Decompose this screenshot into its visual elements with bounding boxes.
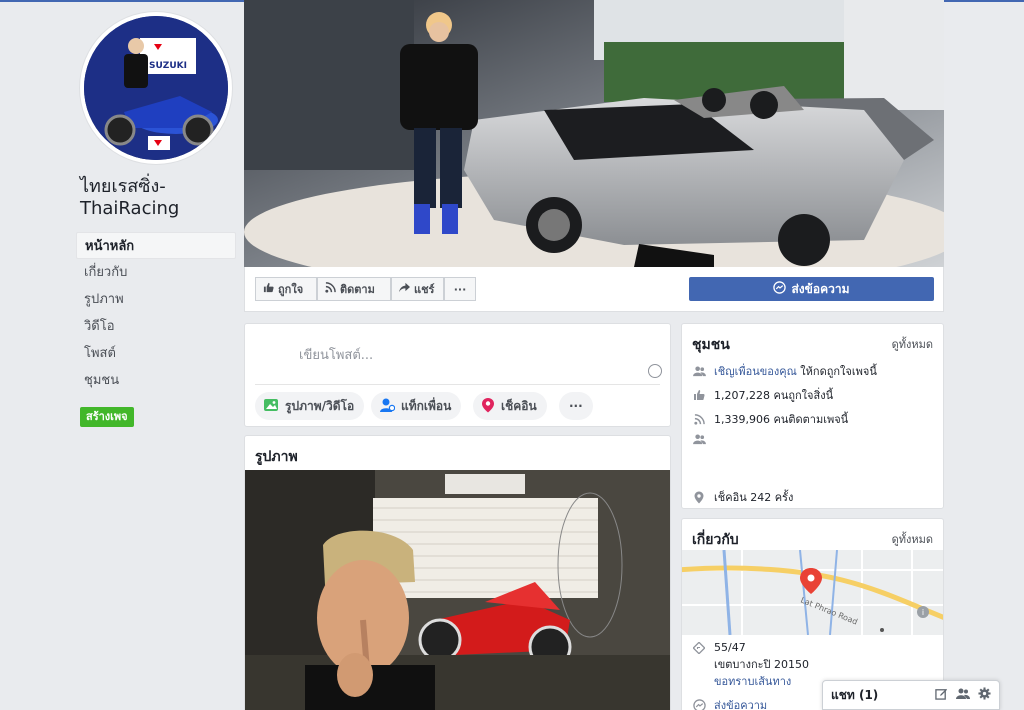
sidebar-nav: หน้าหลัก เกี่ยวกับ รูปภาพ วิดีโอ โพสต์ ช…	[76, 232, 236, 394]
photo-thumbnail[interactable]	[245, 470, 670, 710]
checkins-count: เช็คอิน 242 ครั้ง	[714, 491, 794, 504]
people-icon	[692, 434, 706, 445]
profile-picture[interactable]: SUZUKI	[80, 12, 232, 164]
follows-count: 1,339,906 คนติดตามเพจนี้	[714, 413, 849, 426]
sidebar-item-community[interactable]: ชุมชน	[76, 367, 236, 394]
gear-icon[interactable]	[978, 687, 991, 703]
photo-image	[245, 470, 670, 710]
composer-more-label: ···	[569, 399, 583, 413]
thumbs-up-icon	[692, 389, 706, 401]
new-group-icon[interactable]	[956, 688, 970, 703]
people-icon	[692, 365, 706, 377]
messenger-icon	[773, 281, 787, 297]
location-pin-icon	[692, 491, 706, 504]
community-see-all-link[interactable]: ดูทั้งหมด	[892, 335, 933, 353]
more-options-button[interactable]: ···	[444, 277, 476, 301]
rss-icon	[692, 413, 706, 425]
about-see-all-link[interactable]: ดูทั้งหมด	[892, 530, 933, 548]
send-message-button[interactable]: ส่งข้อความ	[689, 277, 934, 301]
more-label: ···	[453, 282, 467, 296]
cover-photo[interactable]	[244, 0, 944, 267]
share-arrow-icon	[399, 282, 410, 296]
sidebar-item-photos[interactable]: รูปภาพ	[76, 286, 236, 313]
check-in-button[interactable]: เช็คอิน	[473, 392, 547, 420]
composer-input[interactable]: เขียนโพสต์...	[299, 344, 373, 365]
likes-row: 1,207,228 คนถูกใจสิ่งนี้	[692, 386, 833, 404]
rss-icon	[325, 282, 336, 296]
invite-friends-row: เชิญเพื่อนของคุณ ให้กดถูกใจเพจนี้	[692, 362, 877, 380]
invite-friends-link[interactable]: เชิญเพื่อนของคุณ	[714, 365, 797, 378]
follow-label: ติดตาม	[340, 283, 375, 296]
check-in-label: เช็คอิน	[501, 398, 537, 413]
location-pin-icon	[481, 397, 495, 416]
get-directions-link[interactable]: ขอทราบเส้นทาง	[714, 675, 809, 689]
send-message-label: ส่งข้อความ	[791, 281, 850, 296]
tag-friends-button[interactable]: แท็กเพื่อน	[371, 392, 462, 420]
svg-text:i: i	[922, 608, 924, 617]
avatar: SUZUKI	[84, 16, 228, 160]
avatar-brand: SUZUKI	[149, 61, 187, 71]
create-page-button[interactable]: สร้างเพจ	[80, 407, 134, 427]
diamond-directions-icon	[692, 641, 706, 654]
follows-row: 1,339,906 คนติดตามเพจนี้	[692, 410, 848, 428]
address-line-1: 55/47	[714, 641, 746, 654]
cover-image	[244, 0, 944, 267]
sidebar-item-videos[interactable]: วิดีโอ	[76, 313, 236, 340]
chat-actions	[935, 687, 991, 703]
like-label: ถูกใจ	[278, 283, 304, 296]
page-action-bar: ถูกใจ ติดตาม แชร์ ··· ส่งข้อความ	[244, 267, 944, 312]
thumbs-up-icon	[263, 282, 274, 296]
location-map[interactable]: Lat Phrao Road i	[682, 550, 943, 635]
divider	[255, 384, 660, 385]
community-card: ชุมชน ดูทั้งหมด เชิญเพื่อนของคุณ ให้กดถู…	[681, 323, 944, 509]
about-title[interactable]: เกี่ยวกับ	[692, 529, 739, 551]
about-send-message-link[interactable]: ส่งข้อความ	[714, 696, 767, 710]
avatar-image: SUZUKI	[84, 16, 228, 160]
address-line-2: เขตบางกะปิ 20150	[714, 658, 809, 671]
post-composer: เขียนโพสต์... รูปภาพ/วิดีโอ แท็กเพื่อน เ…	[244, 323, 671, 427]
chat-label: แชท (1)	[831, 687, 879, 702]
map-image: Lat Phrao Road i	[682, 550, 943, 635]
sidebar-item-about[interactable]: เกี่ยวกับ	[76, 259, 236, 286]
sidebar-item-posts[interactable]: โพสต์	[76, 340, 236, 367]
photos-title[interactable]: รูปภาพ	[255, 446, 298, 468]
tag-friends-label: แท็กเพื่อน	[401, 398, 452, 413]
likes-count: 1,207,228 คนถูกใจสิ่งนี้	[714, 389, 834, 402]
follow-button[interactable]: ติดตาม	[317, 277, 391, 301]
like-button[interactable]: ถูกใจ	[255, 277, 317, 301]
composer-more-button[interactable]: ···	[559, 392, 593, 420]
share-label: แชร์	[414, 283, 435, 296]
checkins-row: เช็คอิน 242 ครั้ง	[692, 488, 793, 506]
invite-friends-text: ให้กดถูกใจเพจนี้	[800, 365, 877, 378]
photos-card: รูปภาพ	[244, 435, 671, 710]
page-title[interactable]: ไทยเรสซิ่ง-ThaiRacing	[80, 176, 240, 220]
chat-bar[interactable]: แชท (1)	[822, 680, 1000, 710]
messenger-icon	[692, 698, 706, 710]
tag-person-icon	[379, 397, 396, 416]
friends-row	[692, 434, 706, 445]
address-row: 55/47 เขตบางกะปิ 20150 ขอทราบเส้นทาง	[692, 641, 809, 689]
photo-video-button[interactable]: รูปภาพ/วิดีโอ	[255, 392, 365, 420]
photo-video-label: รูปภาพ/วิดีโอ	[285, 398, 355, 413]
share-button[interactable]: แชร์	[391, 277, 444, 301]
community-title[interactable]: ชุมชน	[692, 334, 730, 356]
sidebar-item-home[interactable]: หน้าหลัก	[76, 232, 236, 259]
photo-icon	[263, 397, 279, 416]
compose-icon[interactable]	[935, 687, 948, 703]
send-message-row: ส่งข้อความ	[692, 696, 767, 710]
emoji-icon[interactable]	[648, 364, 662, 378]
